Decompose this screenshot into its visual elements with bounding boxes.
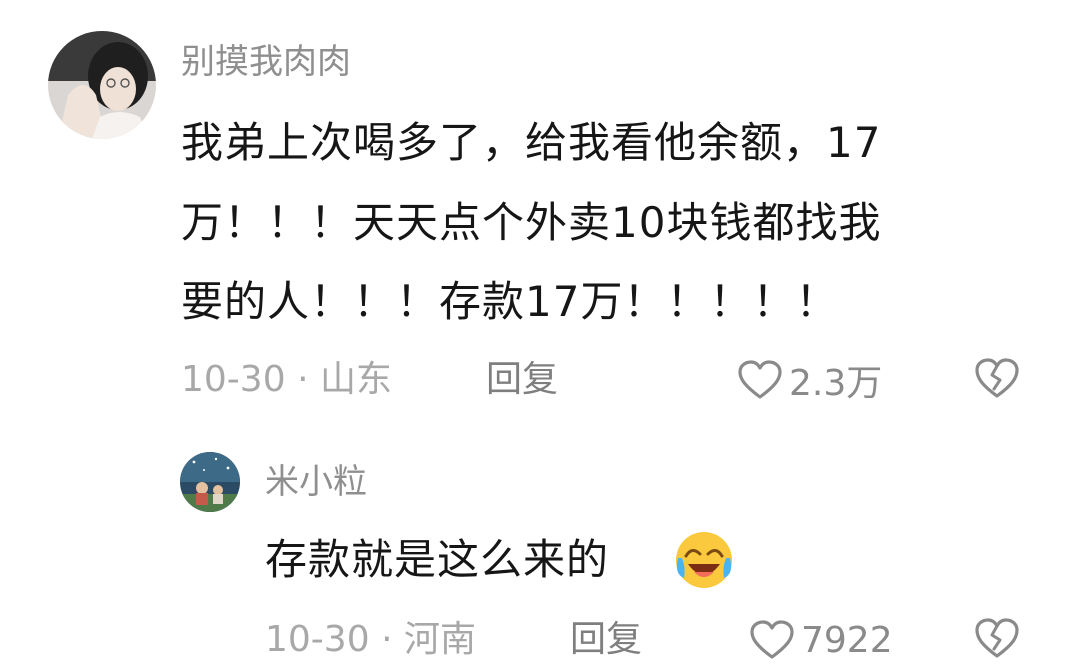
comment-date: 10-30: [265, 619, 370, 660]
comment-text: 存款就是这么来的: [265, 535, 610, 584]
like-count: 7922: [801, 619, 893, 661]
meta-separator: ·: [297, 359, 309, 400]
user-avatar-photo-icon[interactable]: [180, 452, 240, 512]
reply-button[interactable]: 回复: [486, 355, 558, 405]
reply-button[interactable]: 回复: [570, 615, 642, 665]
heart-outline-icon: [737, 359, 783, 401]
comment-text-line: 我弟上次喝多了，给我看他余额，17: [181, 118, 882, 167]
comment-location: 河南: [403, 619, 476, 660]
comment-location: 山东: [319, 359, 392, 400]
like-button[interactable]: 7922: [749, 615, 893, 665]
user-avatar-photo-icon[interactable]: [48, 31, 156, 139]
comment-username[interactable]: 米小粒: [265, 458, 367, 506]
comment-date: 10-30: [181, 359, 286, 400]
heart-outline-icon: [749, 619, 795, 661]
comment-text-line: 万！！！天天点个外卖10块钱都找我: [181, 198, 882, 247]
broken-heart-icon[interactable]: [974, 616, 1020, 660]
like-count: 2.3万: [789, 363, 883, 404]
comment-meta: 10-30 · 河南: [265, 615, 476, 665]
comment-meta: 10-30 · 山东: [181, 355, 392, 405]
broken-heart-icon[interactable]: [974, 356, 1020, 400]
like-button[interactable]: 2.3万: [737, 355, 882, 405]
meta-separator: ·: [381, 619, 393, 660]
laughing-crying-emoji-icon: [672, 528, 736, 596]
comment-username[interactable]: 别摸我肉肉: [181, 38, 351, 86]
comment-text-line: 要的人！！！存款17万！！！！！: [181, 277, 839, 326]
